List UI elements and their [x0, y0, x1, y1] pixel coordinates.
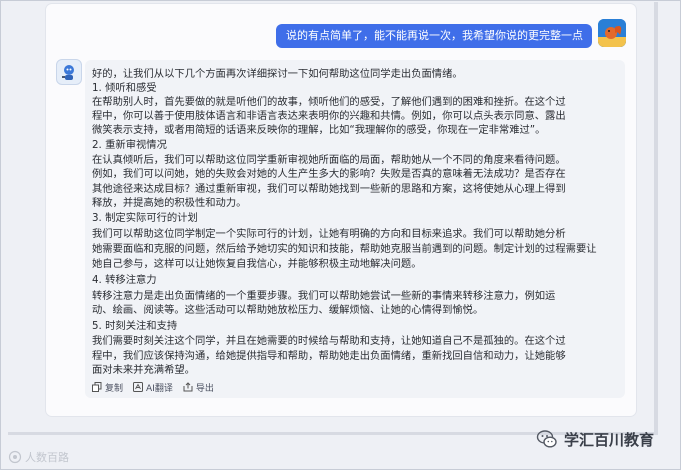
assistant-line: 程中，你可以善于使用肢体语言和非语言表达来表明你的兴趣和共情。例如，你可以点头表… [92, 110, 566, 122]
watermark-right: 学汇百川教育 [536, 428, 654, 450]
assistant-line: 面对未来并充满希望。 [92, 364, 195, 376]
copy-label: 复制 [105, 383, 124, 394]
copy-button[interactable]: 复制 [92, 381, 123, 394]
assistant-line: 程中，我们应该保持沟通，给她提供指导和帮助，帮助她走出负面情绪，重新找回自信和动… [92, 350, 566, 362]
squirrel-avatar-icon [598, 19, 626, 47]
user-message-bubble: 说的有点简单了，能不能再说一次，我希望你说的更完整一点 [276, 24, 592, 48]
assistant-line: 例如，我们可以问她，她的失败会对她的人生产生多大的影响？失败是否真的意味着无法成… [92, 168, 566, 180]
user-avatar[interactable] [598, 19, 626, 47]
assistant-line: 我们需要时刻关注这个同学，并且在她需要的时候给与帮助和支持，让她知道自己不是孤独… [92, 335, 566, 347]
translate-label: AI翻译 [146, 383, 173, 394]
wechat-icon [536, 430, 557, 448]
assistant-line: 她需要面临和克服的问题，然后给予她切实的知识和技能，帮助她克服当前遇到的问题。制… [92, 243, 597, 255]
robot-avatar-icon [62, 65, 74, 80]
assistant-line: 在帮助别人时，首先要做的就是听他们的故事，倾听他们的感受，了解他们遇到的困难和挫… [92, 96, 566, 108]
assistant-line: 在认真倾听后，我们可以帮助这位同学重新审视她所面临的局面，帮助她从一个不同的角度… [92, 154, 566, 166]
assistant-line: 2. 重新审视情况 [92, 139, 167, 151]
assistant-line: 动、绘画、阅读等。这些活动可以帮助她放松压力、缓解烦恼、让她的心情得到愉悦。 [92, 304, 484, 316]
export-button[interactable]: 导出 [183, 381, 214, 394]
assistant-line: 5. 时刻关注和支持 [92, 320, 178, 332]
assistant-line: 转移注意力是走出负面情绪的一个重要步骤。我们可以帮助她尝试一些新的事情来转移注意… [92, 290, 556, 302]
export-icon [183, 382, 193, 392]
watermark-right-text: 学汇百川教育 [564, 430, 655, 449]
assistant-line: 好的，让我们从以下几个方面再次详细探讨一下如何帮助这位同学走出负面情绪。 [92, 68, 463, 80]
assistant-line: 微笑表示支持，或者用简短的话语来反映你的理解，比如“我理解你的感受，你现在一定非… [92, 124, 546, 136]
assistant-line: 释放，并提高她的积极性和动力。 [92, 197, 247, 209]
assistant-line: 4. 转移注意力 [92, 274, 157, 286]
assistant-line: 1. 倾听和感受 [92, 82, 157, 94]
watermark-left-text: 人数百路 [25, 451, 69, 464]
message-action-bar: 复制 AI翻译 导出 [92, 380, 224, 394]
watermark-left: 人数百路 [8, 449, 69, 465]
assistant-avatar [56, 59, 82, 85]
translate-button[interactable]: AI翻译 [133, 381, 173, 394]
page-shadow-right [654, 2, 658, 432]
assistant-line: 其他途径来达成目标？通过重新审视，我们可以帮助她找到一些新的思路和方案，这将使她… [92, 183, 566, 195]
copy-icon [92, 382, 102, 392]
watermark-logo-icon [8, 450, 22, 464]
export-label: 导出 [195, 383, 214, 394]
translate-icon [133, 382, 144, 392]
assistant-line: 她自己参与，这样可以让她恢复自我信心，并能够积极主动地解决问题。 [92, 258, 422, 270]
assistant-line: 3. 制定实际可行的计划 [92, 212, 198, 224]
assistant-line: 我们可以帮助这位同学制定一个实际可行的计划，让她有明确的方向和目标来追求。我们可… [92, 228, 566, 240]
